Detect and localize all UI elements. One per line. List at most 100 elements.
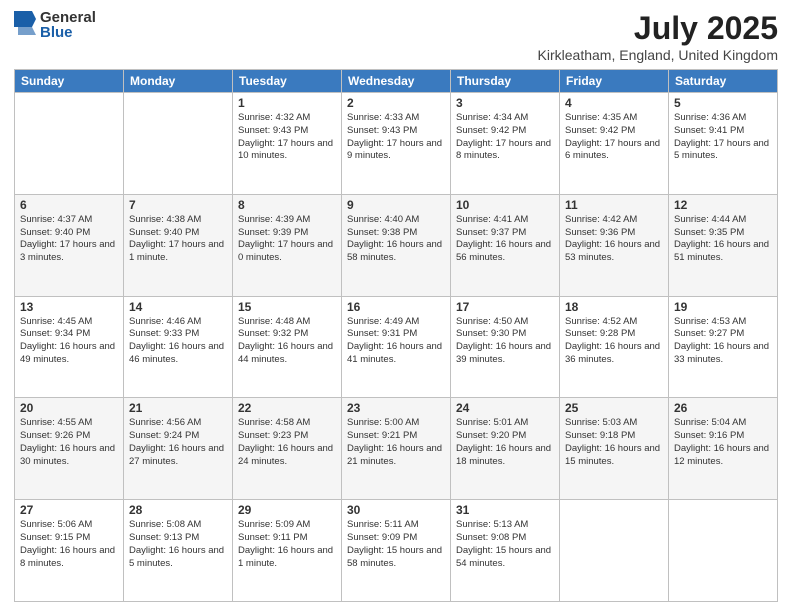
calendar-cell: 10 Sunrise: 4:41 AM Sunset: 9:37 PM Dayli…: [451, 194, 560, 296]
day-number: 7: [129, 198, 227, 212]
day-number: 27: [20, 503, 118, 517]
calendar-week-1: 1 Sunrise: 4:32 AM Sunset: 9:43 PM Daylig…: [15, 93, 778, 195]
logo: General Blue: [14, 10, 96, 40]
main-title: July 2025: [538, 10, 778, 47]
logo-icon: [14, 11, 36, 39]
calendar-cell: 5 Sunrise: 4:36 AM Sunset: 9:41 PM Daylig…: [669, 93, 778, 195]
header: General Blue July 2025 Kirkleatham, Engl…: [14, 10, 778, 63]
day-number: 16: [347, 300, 445, 314]
day-number: 10: [456, 198, 554, 212]
day-number: 2: [347, 96, 445, 110]
day-number: 21: [129, 401, 227, 415]
logo-general-text: General: [40, 10, 96, 25]
title-block: July 2025 Kirkleatham, England, United K…: [538, 10, 778, 63]
calendar-cell: 27Sunrise: 5:06 AM Sunset: 9:15 PM Dayli…: [15, 500, 124, 602]
day-number: 11: [565, 198, 663, 212]
day-number: 8: [238, 198, 336, 212]
calendar-cell: 23Sunrise: 5:00 AM Sunset: 9:21 PM Dayli…: [342, 398, 451, 500]
calendar-cell: 30 Sunrise: 5:11 AM Sunset: 9:09 PM Dayli…: [342, 500, 451, 602]
calendar-cell: 17Sunrise: 4:50 AM Sunset: 9:30 PM Dayli…: [451, 296, 560, 398]
day-number: 24: [456, 401, 554, 415]
col-friday: Friday: [560, 70, 669, 93]
day-number: 31: [456, 503, 554, 517]
day-info: Sunrise: 4:41 AM Sunset: 9:37 PM Dayligh…: [456, 214, 554, 265]
calendar-cell: 6Sunrise: 4:37 AM Sunset: 9:40 PM Daylig…: [15, 194, 124, 296]
calendar-cell: 29 Sunrise: 5:09 AM Sunset: 9:11 PM Dayli…: [233, 500, 342, 602]
day-info: Sunrise: 4:58 AM Sunset: 9:23 PM Dayligh…: [238, 417, 336, 468]
day-number: 30: [347, 503, 445, 517]
day-info: Sunrise: 4:36 AM Sunset: 9:41 PM Dayligh…: [674, 112, 772, 163]
calendar-table: Sunday Monday Tuesday Wednesday Thursday…: [14, 69, 778, 602]
day-info: Sunrise: 4:32 AM Sunset: 9:43 PM Dayligh…: [238, 112, 336, 163]
col-tuesday: Tuesday: [233, 70, 342, 93]
day-info: Sunrise: 4:35 AM Sunset: 9:42 PM Dayligh…: [565, 112, 663, 163]
day-number: 4: [565, 96, 663, 110]
calendar-cell: 24 Sunrise: 5:01 AM Sunset: 9:20 PM Dayli…: [451, 398, 560, 500]
calendar-week-4: 20 Sunrise: 4:55 AM Sunset: 9:26 PM Dayli…: [15, 398, 778, 500]
day-info: Sunrise: 4:44 AM Sunset: 9:35 PM Dayligh…: [674, 214, 772, 265]
calendar-cell: 31Sunrise: 5:13 AM Sunset: 9:08 PM Dayli…: [451, 500, 560, 602]
day-number: 1: [238, 96, 336, 110]
col-saturday: Saturday: [669, 70, 778, 93]
day-number: 12: [674, 198, 772, 212]
calendar-cell: [15, 93, 124, 195]
day-info: Sunrise: 5:00 AM Sunset: 9:21 PM Dayligh…: [347, 417, 445, 468]
calendar-cell: 19 Sunrise: 4:53 AM Sunset: 9:27 PM Dayli…: [669, 296, 778, 398]
day-info: Sunrise: 4:39 AM Sunset: 9:39 PM Dayligh…: [238, 214, 336, 265]
calendar-cell: [560, 500, 669, 602]
calendar-cell: [669, 500, 778, 602]
day-info: Sunrise: 4:40 AM Sunset: 9:38 PM Dayligh…: [347, 214, 445, 265]
calendar-cell: 28Sunrise: 5:08 AM Sunset: 9:13 PM Dayli…: [124, 500, 233, 602]
calendar-cell: 26Sunrise: 5:04 AM Sunset: 9:16 PM Dayli…: [669, 398, 778, 500]
calendar-cell: 15Sunrise: 4:48 AM Sunset: 9:32 PM Dayli…: [233, 296, 342, 398]
logo-blue-text: Blue: [40, 25, 96, 40]
calendar-cell: [124, 93, 233, 195]
day-number: 18: [565, 300, 663, 314]
day-number: 3: [456, 96, 554, 110]
day-info: Sunrise: 4:33 AM Sunset: 9:43 PM Dayligh…: [347, 112, 445, 163]
day-info: Sunrise: 4:53 AM Sunset: 9:27 PM Dayligh…: [674, 316, 772, 367]
day-number: 26: [674, 401, 772, 415]
calendar-cell: 12 Sunrise: 4:44 AM Sunset: 9:35 PM Dayli…: [669, 194, 778, 296]
calendar-cell: 7 Sunrise: 4:38 AM Sunset: 9:40 PM Daylig…: [124, 194, 233, 296]
calendar-cell: 20 Sunrise: 4:55 AM Sunset: 9:26 PM Dayli…: [15, 398, 124, 500]
day-info: Sunrise: 4:46 AM Sunset: 9:33 PM Dayligh…: [129, 316, 227, 367]
day-number: 14: [129, 300, 227, 314]
col-thursday: Thursday: [451, 70, 560, 93]
day-info: Sunrise: 4:52 AM Sunset: 9:28 PM Dayligh…: [565, 316, 663, 367]
day-number: 20: [20, 401, 118, 415]
col-wednesday: Wednesday: [342, 70, 451, 93]
day-number: 19: [674, 300, 772, 314]
day-info: Sunrise: 4:38 AM Sunset: 9:40 PM Dayligh…: [129, 214, 227, 265]
page: General Blue July 2025 Kirkleatham, Engl…: [0, 0, 792, 612]
day-number: 25: [565, 401, 663, 415]
day-number: 17: [456, 300, 554, 314]
calendar-cell: 21 Sunrise: 4:56 AM Sunset: 9:24 PM Dayli…: [124, 398, 233, 500]
day-info: Sunrise: 5:01 AM Sunset: 9:20 PM Dayligh…: [456, 417, 554, 468]
day-info: Sunrise: 4:45 AM Sunset: 9:34 PM Dayligh…: [20, 316, 118, 367]
day-number: 22: [238, 401, 336, 415]
day-info: Sunrise: 4:56 AM Sunset: 9:24 PM Dayligh…: [129, 417, 227, 468]
calendar-week-5: 27Sunrise: 5:06 AM Sunset: 9:15 PM Dayli…: [15, 500, 778, 602]
logo-text: General Blue: [40, 10, 96, 40]
calendar-cell: 25Sunrise: 5:03 AM Sunset: 9:18 PM Dayli…: [560, 398, 669, 500]
calendar-cell: 3 Sunrise: 4:34 AM Sunset: 9:42 PM Daylig…: [451, 93, 560, 195]
calendar-week-2: 6Sunrise: 4:37 AM Sunset: 9:40 PM Daylig…: [15, 194, 778, 296]
calendar-cell: 16Sunrise: 4:49 AM Sunset: 9:31 PM Dayli…: [342, 296, 451, 398]
day-number: 6: [20, 198, 118, 212]
day-number: 5: [674, 96, 772, 110]
day-number: 28: [129, 503, 227, 517]
calendar-cell: 18 Sunrise: 4:52 AM Sunset: 9:28 PM Dayli…: [560, 296, 669, 398]
calendar-week-3: 13 Sunrise: 4:45 AM Sunset: 9:34 PM Dayli…: [15, 296, 778, 398]
day-info: Sunrise: 5:11 AM Sunset: 9:09 PM Dayligh…: [347, 519, 445, 570]
day-number: 15: [238, 300, 336, 314]
col-sunday: Sunday: [15, 70, 124, 93]
calendar-cell: 14 Sunrise: 4:46 AM Sunset: 9:33 PM Dayli…: [124, 296, 233, 398]
day-info: Sunrise: 4:55 AM Sunset: 9:26 PM Dayligh…: [20, 417, 118, 468]
day-info: Sunrise: 4:34 AM Sunset: 9:42 PM Dayligh…: [456, 112, 554, 163]
day-info: Sunrise: 5:09 AM Sunset: 9:11 PM Dayligh…: [238, 519, 336, 570]
subtitle: Kirkleatham, England, United Kingdom: [538, 47, 778, 63]
day-number: 13: [20, 300, 118, 314]
day-number: 29: [238, 503, 336, 517]
calendar-cell: 9Sunrise: 4:40 AM Sunset: 9:38 PM Daylig…: [342, 194, 451, 296]
